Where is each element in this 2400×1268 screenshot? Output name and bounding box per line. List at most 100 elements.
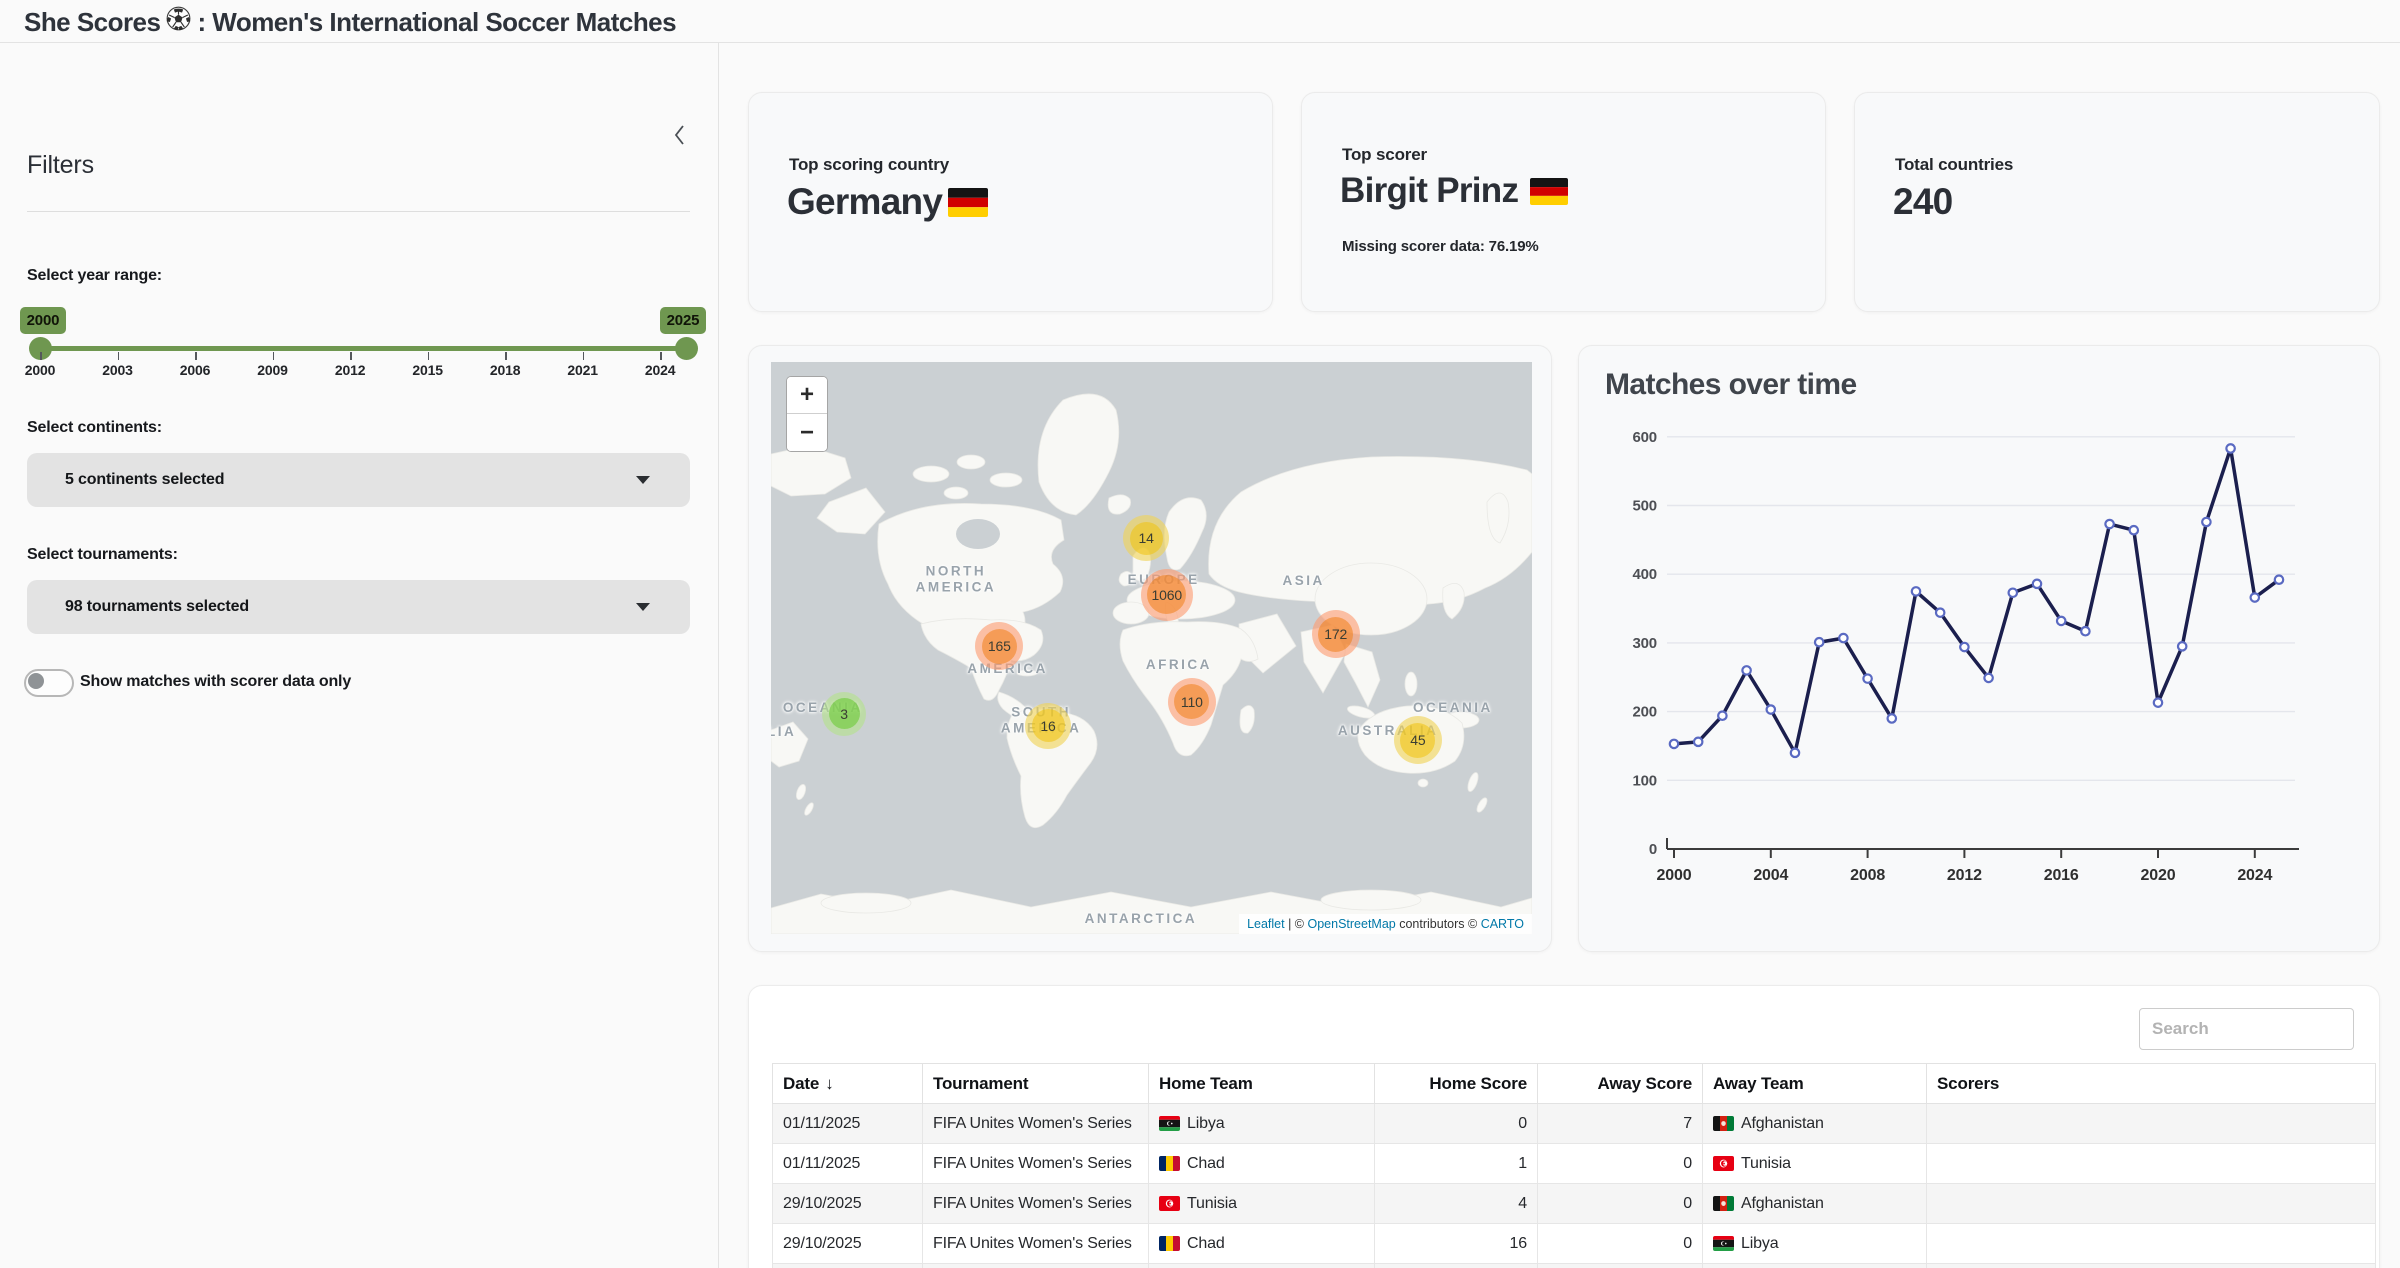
table-row: 01/11/2025FIFA Unites Women's SeriesChad…: [773, 1144, 2376, 1184]
slider-tick: [350, 352, 352, 360]
svg-text:2004: 2004: [1753, 867, 1788, 884]
map-zoom-control: + −: [786, 376, 828, 452]
leaflet-link[interactable]: Leaflet: [1247, 917, 1285, 931]
table-cell: [1927, 1264, 2376, 1268]
tournaments-dropdown[interactable]: 98 tournaments selected: [27, 580, 690, 634]
app-header: She Scores: [0, 0, 2400, 43]
cluster-count: 14: [1130, 522, 1163, 555]
chart-card: Matches over time 0100200300400500600200…: [1578, 345, 2380, 952]
stat-value-text: Birgit Prinz: [1340, 171, 1518, 211]
afghanistan-flag-icon: [1713, 1196, 1734, 1211]
column-header-away_team[interactable]: Away Team: [1703, 1064, 1927, 1104]
table-cell: Tunisia: [1703, 1144, 1927, 1184]
slider-tick-label: 2018: [481, 362, 529, 378]
map-card: NORTH AMERICAEUROPEASIAAMERICAAFRICASOUT…: [748, 345, 1552, 952]
page-title: She Scores: [24, 6, 676, 38]
column-header-tournament[interactable]: Tournament: [923, 1064, 1149, 1104]
tournaments-dropdown-value: 98 tournaments selected: [65, 598, 249, 616]
chevron-down-icon: [636, 476, 650, 484]
search-input[interactable]: [2139, 1008, 2354, 1050]
year-slider-handle-max[interactable]: [675, 337, 698, 360]
table-cell: 7: [1538, 1104, 1703, 1144]
tunisia-flag-icon: [1159, 1196, 1180, 1211]
stat-label: Top scoring country: [789, 155, 949, 175]
cluster-marker-165[interactable]: 165: [975, 622, 1023, 670]
slider-tick-label: 2003: [94, 362, 142, 378]
year-slider-track[interactable]: [40, 346, 686, 351]
svg-text:2016: 2016: [2044, 867, 2079, 884]
libya-flag-icon: [1713, 1236, 1734, 1251]
svg-text:2012: 2012: [1947, 867, 1982, 884]
matches-over-time-chart: 0100200300400500600200020042008201220162…: [1579, 346, 2379, 951]
sidebar-collapse-button[interactable]: [666, 121, 692, 151]
cluster-count: 16: [1032, 709, 1065, 742]
scorer-data-toggle[interactable]: [24, 669, 74, 697]
stat-label: Top scorer: [1342, 145, 1427, 165]
cluster-marker-45[interactable]: 45: [1394, 716, 1442, 764]
year-range-label: Select year range:: [27, 267, 162, 285]
matches-table-card: Date↓TournamentHome TeamHome ScoreAway S…: [748, 985, 2380, 1268]
table-cell: 01/11/2025: [773, 1144, 923, 1184]
svg-text:2000: 2000: [1657, 867, 1692, 884]
cluster-count: 110: [1174, 684, 1209, 719]
table-cell: [1927, 1184, 2376, 1224]
svg-text:2020: 2020: [2141, 867, 2176, 884]
slider-tick: [195, 352, 197, 360]
germany-flag-icon: [948, 188, 988, 217]
cluster-marker-110[interactable]: 110: [1168, 678, 1216, 726]
year-start-badge: 2000: [20, 307, 66, 334]
map-canvas[interactable]: NORTH AMERICAEUROPEASIAAMERICAAFRICASOUT…: [771, 362, 1532, 934]
table-cell: Afghanistan: [1703, 1184, 1927, 1224]
column-header-date[interactable]: Date↓: [773, 1064, 923, 1104]
stat-subtext: Missing scorer data: 76.19%: [1342, 238, 1539, 255]
openstreetmap-link[interactable]: OpenStreetMap: [1308, 917, 1396, 931]
slider-tick-label: 2024: [636, 362, 684, 378]
table-row: 01/11/2025FIFA Unites Women's SeriesLiby…: [773, 1104, 2376, 1144]
table-cell: [1149, 1264, 1375, 1268]
carto-link[interactable]: CARTO: [1481, 917, 1524, 931]
slider-tick: [118, 352, 120, 360]
cluster-marker-3[interactable]: 3: [822, 692, 866, 736]
cluster-marker-1060[interactable]: 1060: [1141, 569, 1193, 621]
filters-heading: Filters: [27, 151, 94, 180]
svg-text:400: 400: [1632, 566, 1657, 583]
zoom-out-button[interactable]: −: [787, 414, 827, 451]
column-header-scorers[interactable]: Scorers: [1927, 1064, 2376, 1104]
table-cell: 0: [1375, 1104, 1538, 1144]
table-cell: 1: [1375, 1144, 1538, 1184]
app: She Scores: [0, 0, 2400, 1268]
map-attribution: Leaflet | © OpenStreetMap contributors ©…: [1239, 914, 1532, 934]
slider-tick: [273, 352, 275, 360]
year-end-badge: 2025: [660, 307, 706, 334]
tournaments-label: Select tournaments:: [27, 546, 178, 564]
continents-label: Select continents:: [27, 419, 162, 437]
column-header-away_score[interactable]: Away Score: [1538, 1064, 1703, 1104]
column-header-home_score[interactable]: Home Score: [1375, 1064, 1538, 1104]
zoom-in-button[interactable]: +: [787, 377, 827, 414]
table-cell: [1927, 1104, 2376, 1144]
stat-value-text: Germany: [787, 181, 942, 223]
sort-desc-icon: ↓: [825, 1074, 833, 1093]
table-cell: 16: [1375, 1224, 1538, 1264]
stat-value: Germany: [787, 181, 988, 223]
svg-text:300: 300: [1632, 635, 1657, 652]
slider-tick-label: 2009: [249, 362, 297, 378]
world-map: [771, 362, 1532, 934]
table-cell: [773, 1264, 923, 1268]
chevron-down-icon: [636, 603, 650, 611]
slider-tick: [40, 352, 42, 360]
column-header-home_team[interactable]: Home Team: [1149, 1064, 1375, 1104]
cluster-marker-172[interactable]: 172: [1312, 610, 1360, 658]
stats-card-top-scoring-country: Top scoring country Germany: [748, 92, 1273, 312]
slider-tick: [505, 352, 507, 360]
chad-flag-icon: [1159, 1156, 1180, 1171]
slider-tick-label: 2006: [171, 362, 219, 378]
continents-dropdown[interactable]: 5 continents selected: [27, 453, 690, 507]
divider: [27, 211, 690, 212]
table-cell: 29/10/2025: [773, 1224, 923, 1264]
svg-text:2024: 2024: [2237, 867, 2272, 884]
slider-tick: [660, 352, 662, 360]
cluster-marker-16[interactable]: 16: [1025, 703, 1071, 749]
cluster-marker-14[interactable]: 14: [1123, 515, 1169, 561]
libya-flag-icon: [1159, 1116, 1180, 1131]
